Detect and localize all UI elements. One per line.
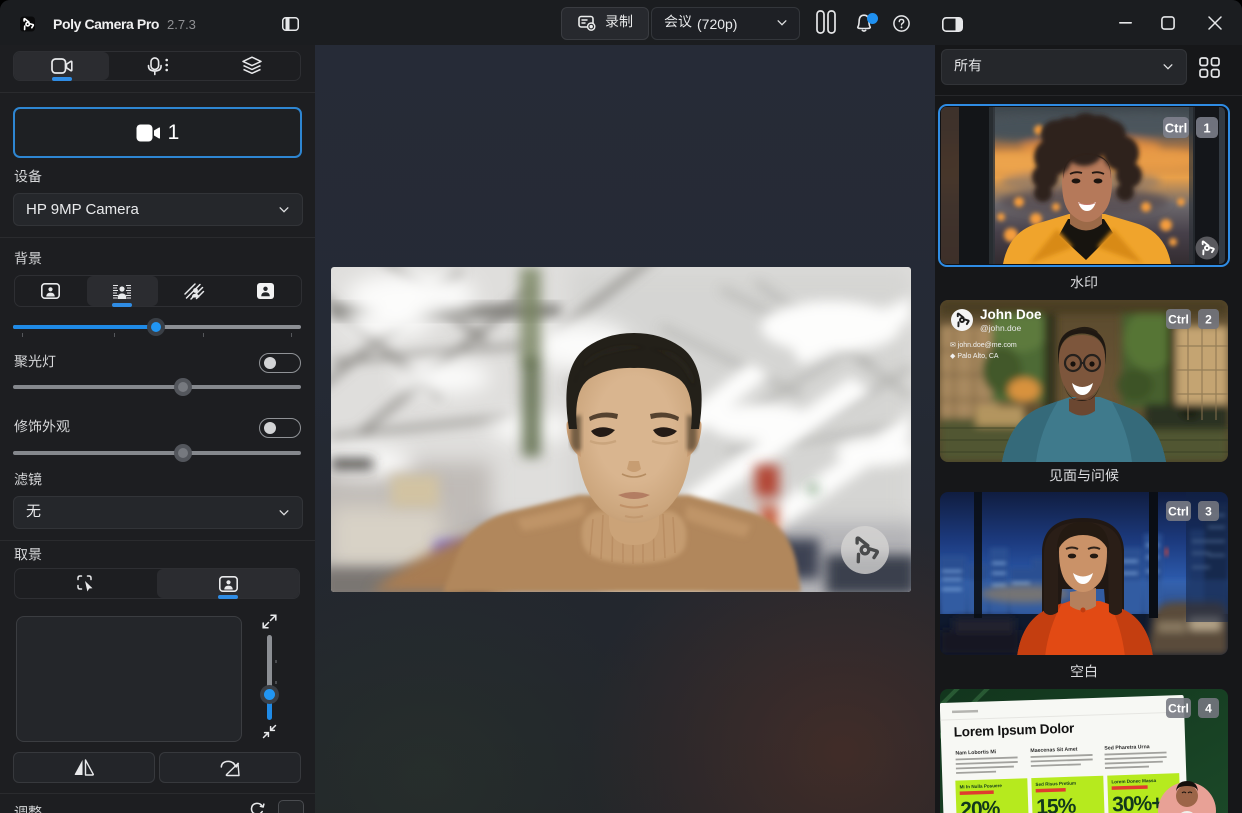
svg-text:Ctrl: Ctrl bbox=[1165, 121, 1187, 136]
svg-text:20%: 20% bbox=[960, 797, 1001, 813]
svg-text:1: 1 bbox=[1203, 121, 1210, 136]
svg-text:Ctrl: Ctrl bbox=[1168, 505, 1189, 519]
svg-text:Ctrl: Ctrl bbox=[1168, 313, 1189, 327]
svg-text:4: 4 bbox=[1205, 702, 1212, 716]
svg-text:Ctrl: Ctrl bbox=[1168, 702, 1189, 716]
svg-text:✉ john.doe@me.com: ✉ john.doe@me.com bbox=[950, 342, 1017, 349]
svg-text:15%: 15% bbox=[1036, 795, 1077, 813]
svg-text:3: 3 bbox=[1205, 505, 1212, 519]
svg-text:2: 2 bbox=[1205, 313, 1212, 327]
svg-text:◆ Palo Alto, CA: ◆ Palo Alto, CA bbox=[950, 353, 999, 360]
svg-text:John Doe: John Doe bbox=[980, 307, 1042, 322]
svg-text:@john.doe: @john.doe bbox=[980, 323, 1022, 333]
svg-text:30%+: 30%+ bbox=[1112, 792, 1164, 813]
